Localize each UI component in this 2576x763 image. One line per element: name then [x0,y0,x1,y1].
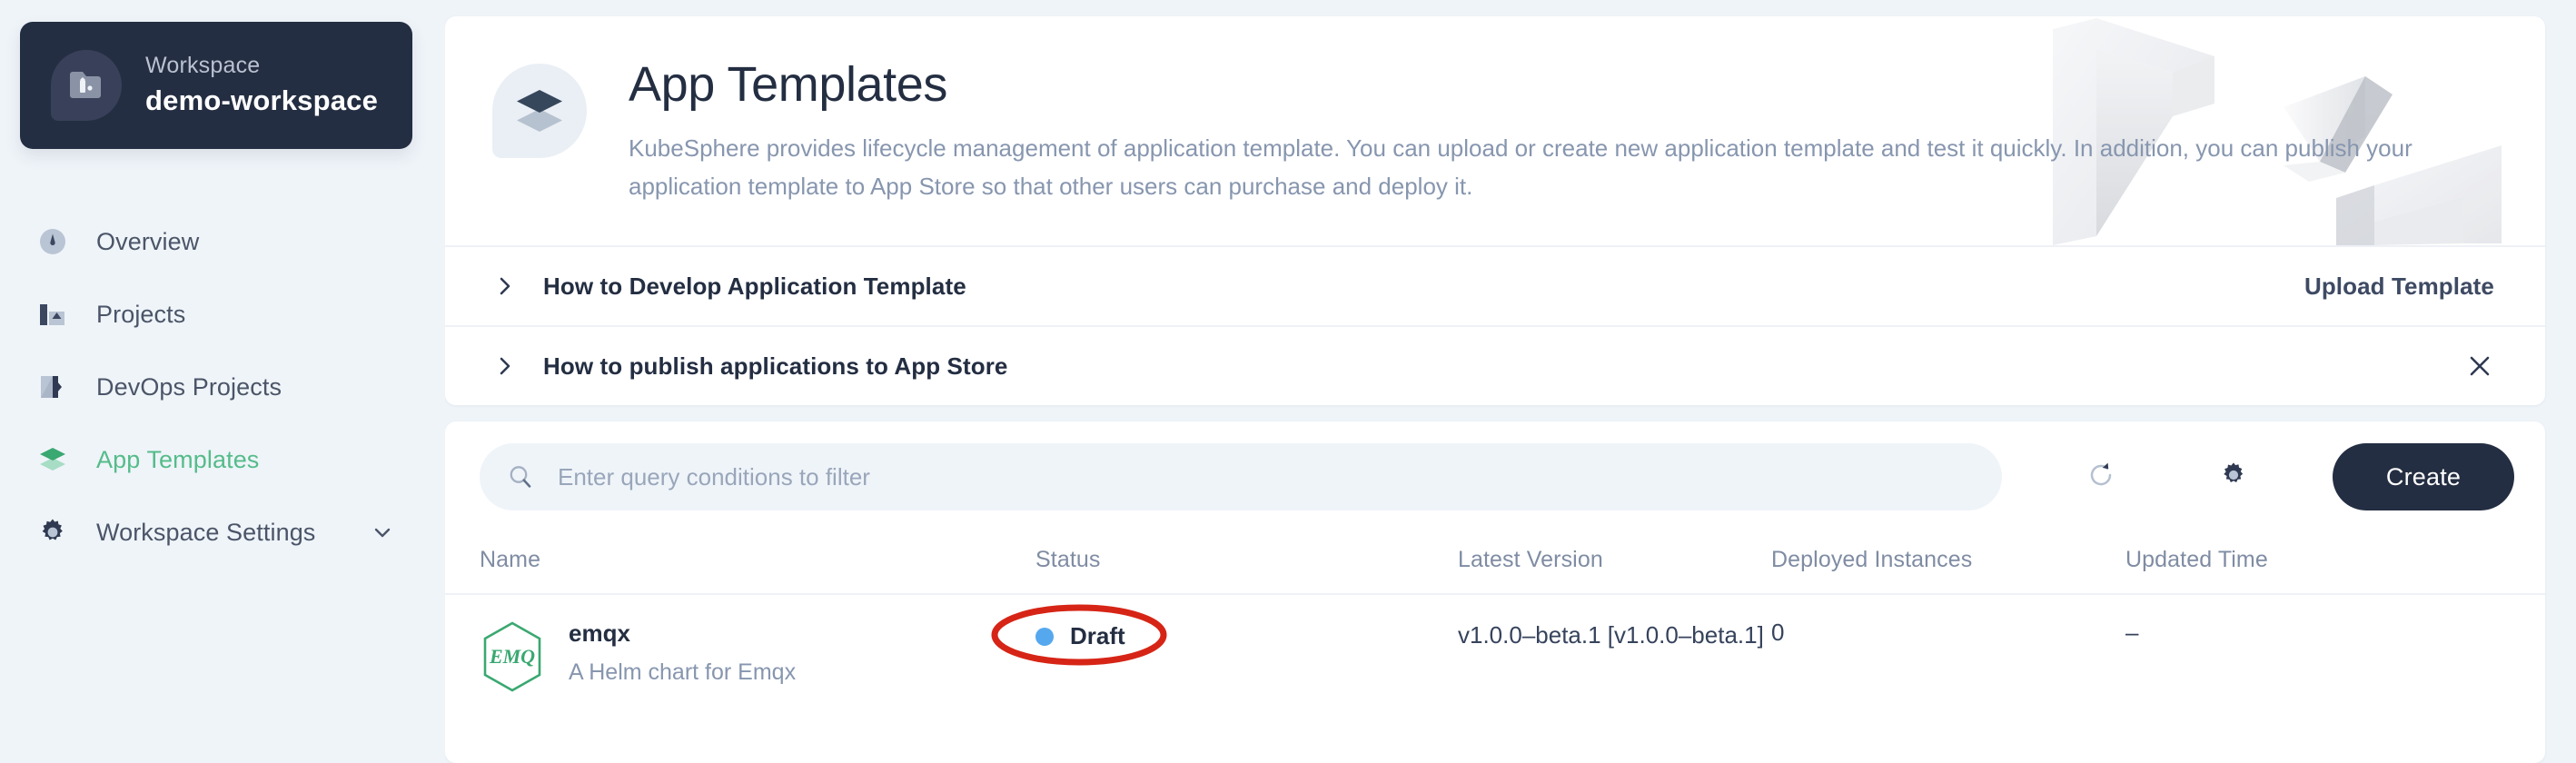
chevron-down-icon[interactable] [371,520,394,544]
column-header-updated-time: Updated Time [2125,547,2268,572]
updated-time-value: – [2125,619,2139,646]
column-header-latest-version: Latest Version [1458,547,1603,572]
workspace-label: Workspace [145,52,261,78]
sidebar-item-label: App Templates [96,445,260,473]
gear-icon [33,512,73,552]
status-badge: Draft [991,604,1167,666]
chevron-right-icon[interactable] [492,353,523,379]
sidebar-item-overview[interactable]: Overview [0,205,445,278]
layers-icon [492,64,587,158]
sidebar-item-workspace-settings[interactable]: Workspace Settings [0,496,445,569]
sidebar-nav: Overview Projects DevOps Projects App Te… [0,205,445,569]
emq-logo-icon: EMQ [480,620,549,699]
search-box[interactable] [480,443,2002,510]
deployed-instances-value: 0 [1771,619,1785,646]
layers-icon [33,440,73,480]
collapsible-develop-template[interactable]: How to Develop Application Template Uplo… [445,245,2545,325]
table-header-row: Name Status Latest Version Deployed Inst… [445,532,2545,594]
close-icon[interactable] [2465,352,2494,381]
app-root: Workspace demo-workspace Overview Projec… [0,0,2576,763]
page-description: KubeSphere provides lifecycle management… [629,134,2413,201]
latest-version-value: v1.0.0–beta.1 [v1.0.0–beta.1] [1458,621,1764,649]
table-toolbar: Create [445,421,2545,532]
svg-text:EMQ: EMQ [489,645,535,668]
page-title: App Templates [629,57,948,112]
workspace-card[interactable]: Workspace demo-workspace [20,22,412,149]
templates-panel: Create Name Status Latest Version Deploy… [445,421,2545,763]
sidebar: Workspace demo-workspace Overview Projec… [0,0,445,763]
refresh-button[interactable] [2067,443,2135,510]
sidebar-item-devops-projects[interactable]: DevOps Projects [0,351,445,423]
create-button[interactable]: Create [2333,443,2514,510]
banner: App Templates KubeSphere provides lifecy… [445,16,2545,245]
status-label: Draft [1070,622,1125,649]
gauge-icon [33,222,73,262]
gear-icon [2219,461,2248,494]
collapsible-title: How to publish applications to App Store [543,352,1008,380]
workspace-name: demo-workspace [145,84,379,116]
sidebar-item-label: Workspace Settings [96,518,316,546]
search-input[interactable] [558,462,1975,491]
upload-template-button[interactable]: Upload Template [2304,272,2494,301]
sidebar-item-label: Projects [96,300,186,328]
devops-icon [33,367,73,407]
template-name: emqx [569,619,630,647]
column-header-deployed-instances: Deployed Instances [1771,547,1973,572]
template-description: A Helm chart for Emqx [569,659,797,685]
search-icon [507,463,541,490]
templates-table: Name Status Latest Version Deployed Inst… [445,532,2545,723]
sidebar-item-app-templates[interactable]: App Templates [0,423,445,496]
chevron-right-icon[interactable] [492,273,523,299]
table-row[interactable]: EMQ emqx A Helm chart for Emqx Draft v1.… [445,593,2545,723]
sidebar-item-label: Overview [96,227,200,255]
status-dot-icon [1035,627,1054,646]
banner-panel: App Templates KubeSphere provides lifecy… [445,16,2545,405]
column-header-status: Status [1035,547,1101,572]
collapsible-title: How to Develop Application Template [543,272,966,300]
sidebar-item-label: DevOps Projects [96,372,282,401]
sidebar-item-projects[interactable]: Projects [0,278,445,351]
refresh-icon [2086,460,2116,495]
collapsible-publish-to-app-store[interactable]: How to publish applications to App Store [445,325,2545,405]
table-settings-button[interactable] [2200,443,2267,510]
workspace-folder-icon [51,50,122,121]
main-content: App Templates KubeSphere provides lifecy… [445,0,2576,763]
column-header-name: Name [480,547,541,572]
projects-icon [33,294,73,334]
